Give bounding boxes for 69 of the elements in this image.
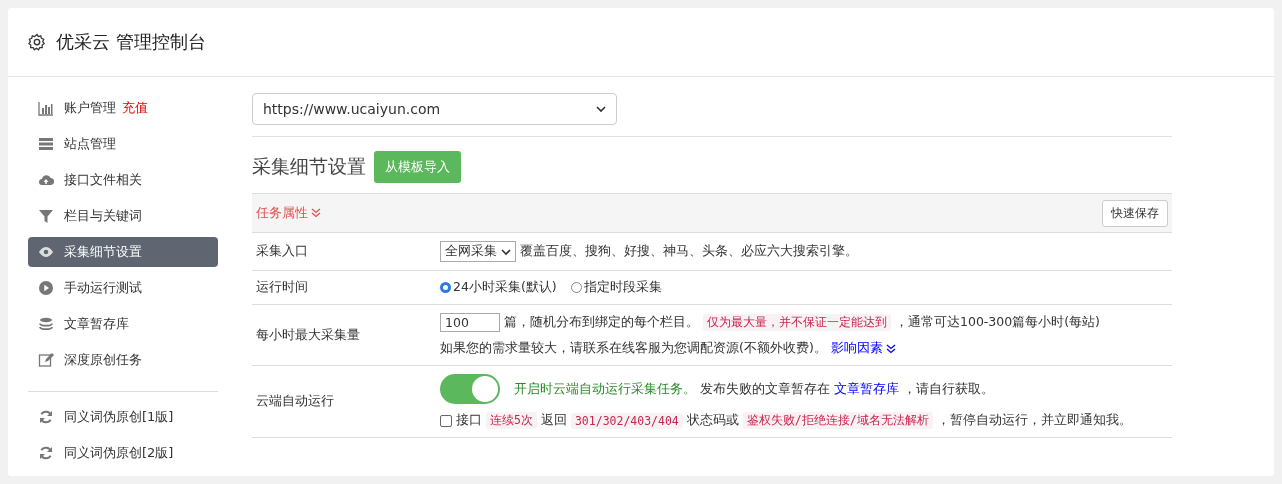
sidebar-item[interactable]: 文章暂存库 bbox=[28, 309, 218, 339]
description-text: 状态码或 bbox=[686, 412, 739, 429]
filter-icon bbox=[38, 208, 54, 224]
description-text: ，请自行获取。 bbox=[903, 380, 994, 398]
sidebar-item[interactable]: 手动运行测试 bbox=[28, 273, 218, 303]
number-input[interactable]: 100 bbox=[440, 313, 500, 332]
description-text: 如果您的需求量较大，请联系在线客服为您调配资源(不额外收费)。 bbox=[440, 340, 827, 357]
sidebar-label: 栏目与关键词 bbox=[64, 207, 142, 225]
console-title: 优采云 管理控制台 bbox=[56, 30, 206, 54]
field-label: 云端自动运行 bbox=[256, 392, 335, 410]
field-label: 运行时间 bbox=[256, 279, 309, 296]
sidebar-item[interactable]: 深度原创任务 bbox=[28, 345, 218, 375]
refresh-icon bbox=[38, 409, 54, 425]
site-select[interactable]: https://www.ucaiyun.com bbox=[252, 93, 617, 125]
sidebar-item[interactable]: 栏目与关键词 bbox=[28, 201, 218, 231]
sidebar-label: 同义词伪原创[1版] bbox=[64, 408, 174, 426]
sidebar-item[interactable]: 采集细节设置 bbox=[28, 237, 218, 267]
radio-button[interactable] bbox=[440, 282, 451, 293]
description-text: 发布失败的文章暂存在 bbox=[700, 380, 830, 398]
description-text: 返回 bbox=[540, 412, 567, 429]
code-text: 301/302/403/404 bbox=[570, 412, 683, 429]
field-label: 采集入口 bbox=[256, 242, 309, 260]
radio-label[interactable]: 24小时采集(默认) bbox=[453, 279, 557, 296]
sidebar-item[interactable]: 同义词伪原创[2版] bbox=[28, 438, 218, 468]
server-icon bbox=[38, 136, 54, 152]
code-text: 仅为最大量，并不保证一定能达到 bbox=[703, 314, 891, 331]
caret-icon bbox=[501, 246, 511, 257]
double-chevron-icon bbox=[311, 208, 321, 218]
description-text: 篇，随机分布到绑定的每个栏目。 bbox=[504, 314, 699, 331]
sidebar-label: 手动运行测试 bbox=[64, 279, 142, 297]
settings-icon bbox=[28, 33, 46, 51]
description-text: 接口 bbox=[456, 412, 482, 429]
cloud-upload-icon bbox=[38, 172, 54, 188]
double-chevron-icon bbox=[885, 343, 896, 354]
link[interactable]: 影响因素 bbox=[830, 340, 896, 357]
description-text: ，通常可达100-300篇每小时(每站) bbox=[895, 314, 1100, 331]
edit-icon bbox=[38, 352, 54, 368]
sidebar-label: 同义词伪原创[2版] bbox=[64, 444, 174, 462]
database-icon bbox=[38, 316, 54, 332]
description-text: ，暂停自动运行，并立即通知我。 bbox=[936, 412, 1132, 429]
quick-save-button[interactable]: 快速保存 bbox=[1102, 199, 1168, 227]
section-title: 采集细节设置 bbox=[252, 154, 366, 179]
sidebar-item[interactable]: 同义词伪原创[1版] bbox=[28, 402, 218, 432]
toggle-switch[interactable] bbox=[440, 374, 500, 404]
sidebar-label: 账户管理 bbox=[64, 99, 116, 117]
sidebar-item[interactable]: 账户管理 充值 bbox=[28, 93, 218, 123]
refresh-icon bbox=[38, 445, 54, 461]
panel-title[interactable]: 任务属性 bbox=[256, 204, 321, 222]
checkbox[interactable] bbox=[440, 414, 452, 427]
entry-select[interactable]: 全网采集 bbox=[440, 241, 516, 262]
code-text: 连续5次 bbox=[486, 412, 537, 429]
bar-chart-icon bbox=[38, 100, 54, 116]
code-text: 鉴权失败/拒绝连接/域名无法解析 bbox=[742, 412, 933, 429]
sidebar-label: 接口文件相关 bbox=[64, 171, 142, 189]
sidebar-item[interactable]: 接口文件相关 bbox=[28, 165, 218, 195]
field-label: 每小时最大采集量 bbox=[256, 325, 361, 344]
sidebar-item[interactable]: 站点管理 bbox=[28, 129, 218, 159]
description-text: 开启时云端自动运行采集任务。 bbox=[514, 380, 696, 398]
caret-icon bbox=[596, 104, 606, 114]
sidebar-label: 站点管理 bbox=[64, 135, 116, 153]
description-text: 覆盖百度、搜狗、好搜、神马、头条、必应六大搜索引擎。 bbox=[520, 243, 858, 260]
eye-icon bbox=[38, 244, 54, 260]
radio-label[interactable]: 指定时段采集 bbox=[583, 279, 662, 296]
sidebar-label: 文章暂存库 bbox=[64, 315, 129, 333]
play-icon bbox=[38, 280, 54, 296]
sidebar-label: 深度原创任务 bbox=[64, 351, 142, 369]
sidebar-label: 采集细节设置 bbox=[64, 243, 142, 261]
recharge-link[interactable]: 充值 bbox=[122, 99, 148, 117]
link[interactable]: 文章暂存库 bbox=[834, 380, 899, 398]
